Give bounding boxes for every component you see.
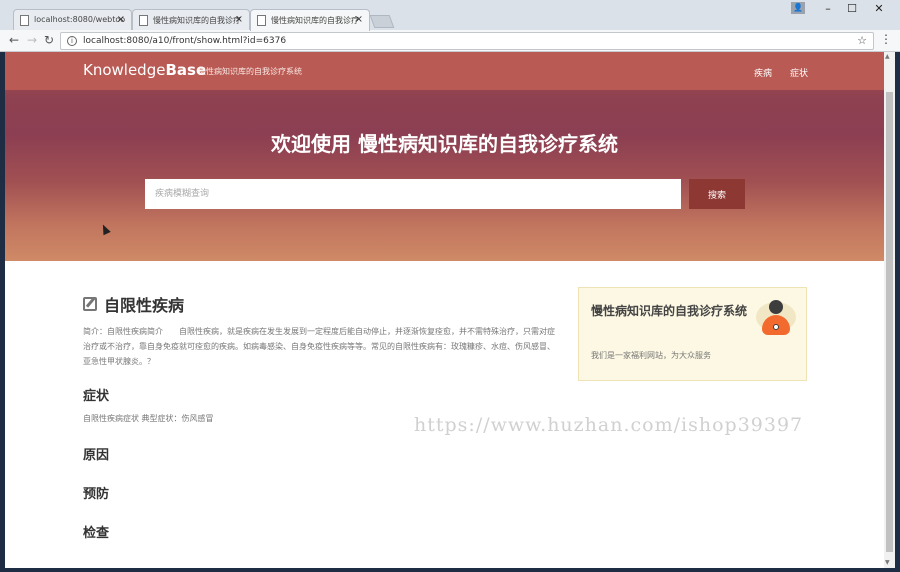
maximize-button[interactable]: ☐ [840, 2, 864, 15]
browser-tab-1[interactable]: localhost:8080/webtoo × [13, 9, 132, 30]
site-header: KnowledgeBase 慢性病知识库的自我诊疗系统 疾病 症状 [5, 52, 884, 90]
nav-disease[interactable]: 疾病 [754, 66, 772, 79]
tab-title: 慢性病知识库的自我诊疗 [271, 16, 359, 25]
browser-tab-2[interactable]: 慢性病知识库的自我诊疗 × [132, 9, 250, 30]
reload-icon[interactable]: ↻ [44, 33, 54, 47]
close-icon[interactable]: × [355, 14, 363, 25]
browser-tabstrip: localhost:8080/webtoo × 慢性病知识库的自我诊疗 × 慢性… [0, 0, 900, 31]
page-viewport: KnowledgeBase 慢性病知识库的自我诊疗系统 疾病 症状 欢迎使用 慢… [5, 52, 884, 568]
tab-title: localhost:8080/webtoo [34, 15, 126, 24]
info-icon[interactable]: i [67, 36, 77, 46]
disease-name: 自限性疾病 [104, 296, 185, 315]
tab-title: 慢性病知识库的自我诊疗 [153, 16, 241, 25]
page-icon [257, 15, 266, 26]
site-tagline: 慢性病知识库的自我诊疗系统 [198, 67, 302, 76]
browser-tab-3[interactable]: 慢性病知识库的自我诊疗 × [250, 9, 370, 31]
card-title: 慢性病知识库的自我诊疗系统 [591, 304, 748, 318]
section-prevention-title: 预防 [83, 487, 110, 502]
page-scrollbar[interactable]: ▲ ▼ [884, 52, 895, 568]
watermark-text: https://www.huzhan.com/ishop39397 [414, 414, 804, 436]
close-icon[interactable]: × [117, 14, 125, 25]
info-card: 慢性病知识库的自我诊疗系统 我们是一家福利网站，为大众服务 [578, 287, 807, 381]
scroll-up-icon[interactable]: ▲ [885, 53, 890, 60]
close-icon[interactable]: × [235, 14, 243, 25]
site-logo[interactable]: KnowledgeBase [83, 61, 206, 79]
new-tab-button[interactable] [369, 15, 395, 28]
close-window-button[interactable]: ✕ [867, 2, 891, 15]
forward-icon[interactable]: → [27, 33, 37, 47]
search-button[interactable]: 搜索 [689, 179, 745, 209]
minimize-button[interactable]: – [816, 2, 840, 15]
scrollbar-thumb[interactable] [886, 92, 893, 552]
hero-banner: KnowledgeBase 慢性病知识库的自我诊疗系统 疾病 症状 欢迎使用 慢… [5, 52, 884, 261]
nav-symptom[interactable]: 症状 [790, 66, 808, 79]
user-avatar-icon [756, 296, 796, 338]
logo-light-text: Knowledge [83, 61, 166, 79]
page-icon [139, 15, 148, 26]
profile-icon[interactable]: 👤 [791, 2, 805, 14]
search-input[interactable] [145, 179, 681, 209]
url-text: localhost:8080/a10/front/show.html?id=63… [83, 36, 287, 46]
hero-title: 欢迎使用 慢性病知识库的自我诊疗系统 [271, 132, 618, 156]
address-bar[interactable]: i localhost:8080/a10/front/show.html?id=… [60, 32, 874, 50]
bookmark-star-icon[interactable]: ☆ [857, 34, 867, 47]
section-exam-title: 检查 [83, 526, 110, 541]
section-symptoms-title: 症状 [83, 389, 110, 404]
edit-icon [83, 297, 97, 311]
page-icon [20, 15, 29, 26]
disease-intro: 简介：自限性疾病简介 自限性疾病，就是疾病在发生发展到一定程度后能自动停止，并逐… [83, 327, 555, 366]
disease-heading: 自限性疾病 [83, 292, 561, 316]
card-subtitle: 我们是一家福利网站，为大众服务 [591, 351, 711, 360]
scroll-down-icon[interactable]: ▼ [885, 559, 890, 566]
browser-toolbar: ← → ↻ i localhost:8080/a10/front/show.ht… [0, 30, 900, 52]
browser-menu-icon[interactable]: ⋮ [880, 32, 892, 46]
section-cause-title: 原因 [83, 448, 110, 463]
back-icon[interactable]: ← [9, 33, 19, 47]
